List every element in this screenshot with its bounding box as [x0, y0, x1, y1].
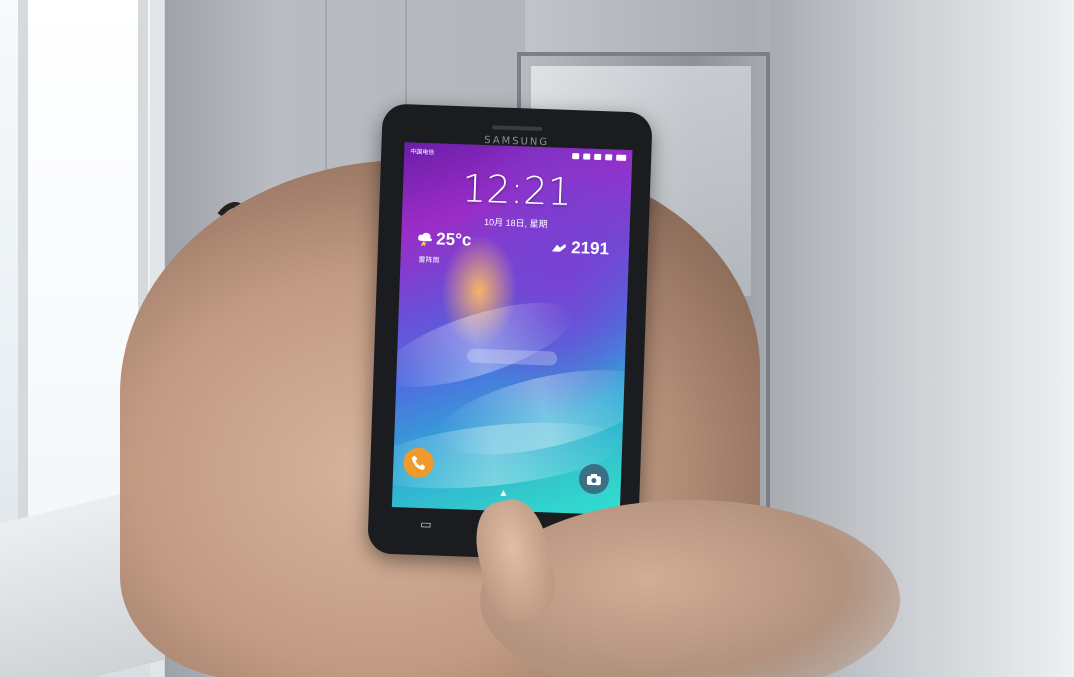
step-counter-widget[interactable]: 2191: [551, 237, 609, 259]
step-count: 2191: [570, 238, 610, 259]
status-icons: [572, 153, 627, 161]
running-shoe-icon: [552, 243, 567, 252]
weather-condition: 雷阵雨: [418, 256, 440, 265]
weather-temperature: 25°c: [435, 229, 472, 250]
storm-cloud-icon: [418, 232, 432, 247]
camera-shortcut[interactable]: [578, 463, 610, 495]
recent-apps-icon[interactable]: ▭: [420, 517, 432, 531]
swipe-up-icon: ▲: [498, 487, 509, 500]
phone-icon: [411, 455, 426, 471]
lock-screen[interactable]: 中国电信 12:21 10月 18日, 星期 25°c 雷阵雨 2191 ▲: [391, 142, 633, 515]
lockscreen-clock: 12:21: [461, 166, 573, 215]
nfc-icon: [572, 153, 580, 160]
smartphone: SAMSUNG 中国电信 12:21 10月 18日, 星期 25°c 雷阵雨 …: [367, 103, 653, 563]
signal-icon: [605, 154, 613, 161]
camera-icon: [586, 473, 601, 486]
carrier-label: 中国电信: [410, 148, 435, 156]
earpiece-speaker: [492, 125, 543, 131]
alarm-icon: [583, 153, 591, 160]
battery-icon: [616, 154, 627, 161]
wifi-icon: [594, 153, 602, 161]
weather-widget[interactable]: 25°c 雷阵雨: [417, 229, 472, 264]
photo-scene: SAMSUNG 中国电信 12:21 10月 18日, 星期 25°c 雷阵雨 …: [0, 0, 1074, 677]
